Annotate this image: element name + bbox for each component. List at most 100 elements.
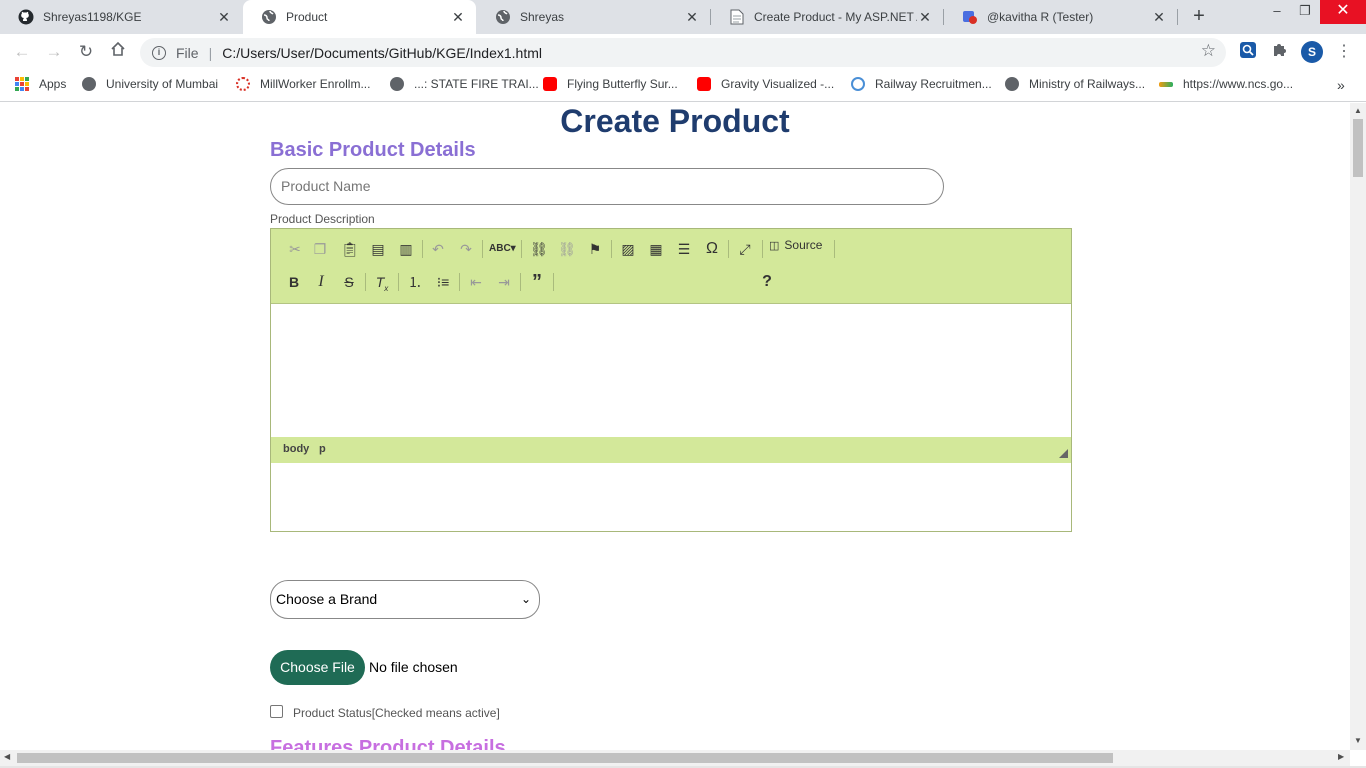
indent-icon[interactable]: ⇥ (492, 271, 516, 293)
bookmark-state-fire[interactable]: ...: STATE FIRE TRAI... (390, 77, 539, 91)
minimize-button[interactable]: – (1262, 0, 1292, 24)
tab-kavitha[interactable]: @kavitha R (Tester) ✕ (944, 0, 1177, 34)
outdent-icon[interactable]: ⇤ (464, 271, 488, 293)
bookmark-label: Gravity Visualized -... (721, 77, 835, 91)
window-close-button[interactable]: ✕ (1320, 0, 1366, 24)
bookmark-apps[interactable]: Apps (15, 77, 66, 91)
remove-format-icon[interactable]: Tx (370, 271, 394, 293)
bookmark-gravity-visualized[interactable]: Gravity Visualized -... (697, 77, 834, 91)
bookmark-flying-butterfly[interactable]: Flying Butterfly Sur... (543, 77, 678, 91)
vertical-scrollbar[interactable]: ▲ ▼ (1350, 103, 1366, 750)
copy-icon[interactable]: ❐ (308, 238, 332, 260)
product-status-checkbox[interactable] (270, 705, 283, 718)
globe-icon (495, 9, 511, 25)
profile-avatar[interactable]: S (1301, 41, 1323, 63)
path-p[interactable]: p (319, 443, 326, 455)
paste-text-icon[interactable]: ▤ (366, 238, 390, 260)
paste-word-icon[interactable]: ▥ (394, 238, 418, 260)
toolbar-separator (728, 240, 729, 258)
bookmark-ncs[interactable]: https://www.ncs.go... (1159, 77, 1293, 91)
cut-icon[interactable]: ✂ (283, 238, 307, 260)
tab-separator (1177, 9, 1178, 25)
paste-icon[interactable]: 📋︎ (338, 238, 362, 260)
special-char-icon[interactable]: Ω (700, 238, 724, 260)
tab-title: Product (286, 10, 328, 24)
close-icon[interactable]: ✕ (684, 9, 700, 26)
extensions-puzzle-icon[interactable] (1269, 41, 1291, 63)
table-icon[interactable]: ▦ (644, 238, 668, 260)
home-button[interactable] (106, 40, 130, 64)
undo-icon[interactable]: ↶ (426, 238, 450, 260)
back-button[interactable]: ← (10, 40, 34, 64)
emblem-icon (851, 77, 865, 91)
address-bar[interactable]: i File | C:/Users/User/Documents/GitHub/… (140, 38, 1226, 67)
toolbar-separator (611, 240, 612, 258)
toolbar-separator (553, 273, 554, 291)
strikethrough-icon[interactable]: S (337, 271, 361, 293)
bookmarks-overflow-icon[interactable]: » (1337, 77, 1345, 93)
reload-button[interactable]: ↻ (74, 40, 98, 64)
scroll-left-icon[interactable]: ◀ (4, 752, 10, 761)
bookmark-ministry-of-railways[interactable]: Ministry of Railways... (1005, 77, 1145, 91)
editor-element-path: body p (271, 437, 1071, 463)
tab-product[interactable]: Product ✕ (243, 0, 476, 34)
tab-strip: Shreyas1198/KGE ✕ Product ✕ Shreyas ✕ Cr… (0, 0, 1366, 34)
image-icon[interactable]: ▨ (616, 238, 640, 260)
menu-kebab-icon[interactable]: ⋮ (1333, 41, 1355, 63)
search-extension-icon[interactable] (1237, 41, 1259, 63)
close-icon[interactable]: ✕ (450, 9, 466, 26)
link-icon[interactable]: ⛓ (527, 238, 551, 260)
resize-handle[interactable] (1059, 449, 1068, 458)
bookmark-label: ...: STATE FIRE TRAI... (414, 77, 539, 91)
source-button[interactable]: ◫ Source (769, 238, 822, 252)
editor-content-area[interactable] (271, 304, 1071, 437)
anchor-flag-icon[interactable]: ⚑ (583, 238, 607, 260)
bookmark-railway-recruitment[interactable]: Railway Recruitmen... (851, 77, 992, 91)
italic-icon[interactable]: I (309, 271, 333, 293)
vertical-scroll-thumb[interactable] (1353, 119, 1363, 177)
spellcheck-icon[interactable]: ABC▾ (489, 238, 516, 260)
horizontal-rule-icon[interactable]: ☰ (672, 238, 696, 260)
tab-create-product[interactable]: Create Product - My ASP.NET Ap ✕ (711, 0, 943, 34)
hangouts-icon (962, 9, 978, 25)
scroll-right-icon[interactable]: ▶ (1338, 752, 1344, 761)
path-body[interactable]: body (283, 443, 309, 455)
close-icon[interactable]: ✕ (216, 9, 232, 26)
redo-icon[interactable]: ↷ (454, 238, 478, 260)
help-icon[interactable]: ? (755, 271, 779, 293)
scroll-down-icon[interactable]: ▼ (1350, 736, 1366, 745)
choose-file-button[interactable]: Choose File (270, 650, 365, 685)
bulleted-list-icon[interactable]: ⁝≡ (431, 271, 455, 293)
bold-icon[interactable]: B (282, 271, 306, 293)
info-icon[interactable]: i (152, 45, 166, 60)
horizontal-scroll-thumb[interactable] (17, 753, 1113, 763)
numbered-list-icon[interactable]: ⒈ (403, 271, 427, 293)
tab-github[interactable]: Shreyas1198/KGE ✕ (0, 0, 242, 34)
star-icon[interactable]: ☆ (1201, 41, 1216, 61)
tab-shreyas[interactable]: Shreyas ✕ (477, 0, 710, 34)
close-icon[interactable]: ✕ (917, 9, 933, 26)
browser-toolbar: ← → ↻ i File | C:/Users/User/Documents/G… (0, 34, 1366, 70)
rich-text-editor: ✂ ❐ 📋︎ ▤ ▥ ↶ ↷ ABC▾ ⛓ ⛓ ⚑ ▨ ▦ ☰ Ω ⤢ ◫ So… (270, 228, 1072, 532)
source-icon: ◫ (769, 239, 780, 252)
bookmark-label: Railway Recruitmen... (875, 77, 992, 91)
bookmark-millworker[interactable]: MillWorker Enrollm... (236, 77, 370, 91)
chevron-down-icon: ⌄ (520, 592, 531, 606)
bookmark-label: Flying Butterfly Sur... (567, 77, 678, 91)
globe-icon (1005, 77, 1019, 91)
brand-select[interactable]: Choose a Brand ⌄ (270, 580, 540, 619)
bookmark-university-of-mumbai[interactable]: University of Mumbai (82, 77, 218, 91)
maximize-icon[interactable]: ⤢ (733, 238, 757, 260)
blockquote-icon[interactable]: ” (525, 271, 549, 293)
restore-button[interactable]: ❐ (1290, 0, 1320, 24)
product-name-input[interactable]: Product Name (270, 168, 944, 205)
new-tab-button[interactable]: + (1187, 4, 1211, 28)
horizontal-scrollbar[interactable]: ◀ ▶ (0, 750, 1350, 766)
forward-button[interactable]: → (42, 40, 66, 64)
product-description-label: Product Description (270, 212, 375, 226)
github-icon (18, 9, 34, 25)
close-icon[interactable]: ✕ (1151, 9, 1167, 26)
unlink-icon[interactable]: ⛓ (555, 238, 579, 260)
scroll-up-icon[interactable]: ▲ (1350, 106, 1366, 115)
toolbar-separator (459, 273, 460, 291)
